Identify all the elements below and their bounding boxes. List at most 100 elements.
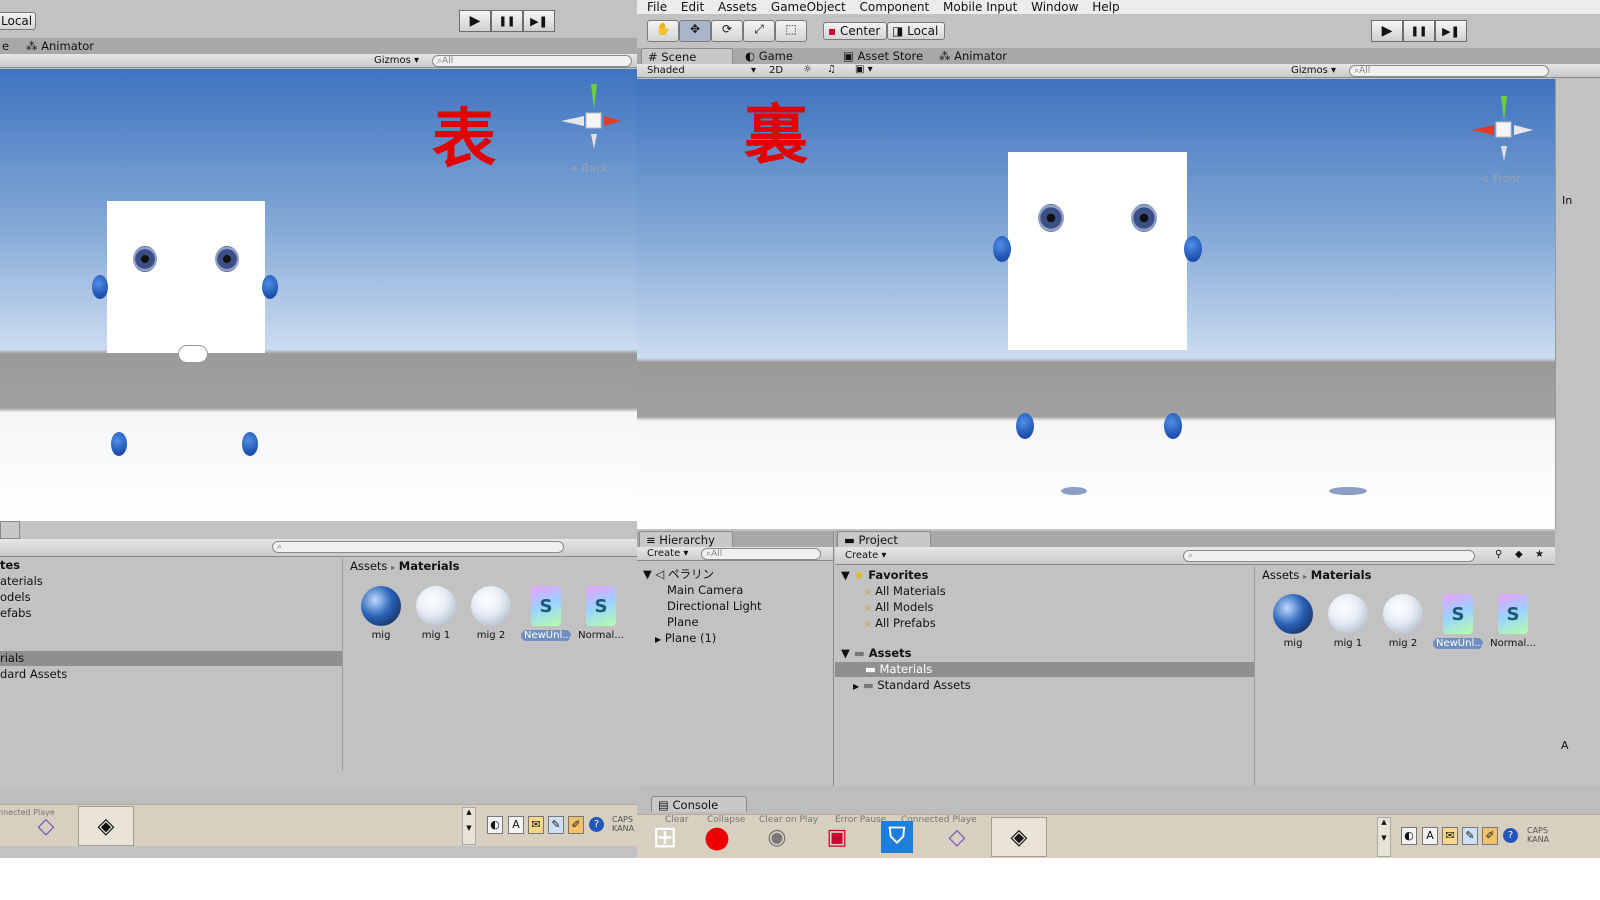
menu-assets[interactable]: Assets: [718, 0, 757, 14]
filter-type-icon[interactable]: ⚲: [1495, 549, 1502, 560]
left-project-tab-partial[interactable]: [0, 521, 20, 539]
windows-start-button[interactable]: ⊞: [637, 817, 693, 857]
tree-favorites-partial[interactable]: tes: [0, 558, 342, 573]
scale-tool-button[interactable]: ⤢: [743, 20, 775, 42]
play-button[interactable]: ▶: [459, 10, 491, 32]
gizmo-y-axis[interactable]: [591, 84, 597, 109]
tab-scene[interactable]: # Scene: [641, 48, 733, 64]
rect-tool-button[interactable]: ⬚: [775, 20, 807, 42]
favorite-item[interactable]: ⌕ All Models: [835, 600, 1254, 615]
breadcrumb-materials[interactable]: Materials: [1311, 568, 1372, 582]
unity-taskbar-button[interactable]: ◈: [78, 806, 134, 846]
maps-taskbar-button[interactable]: ⛉: [869, 817, 925, 857]
ime-icon[interactable]: ◐: [1401, 827, 1417, 845]
shading-mode-dropdown[interactable]: Shaded: [647, 65, 685, 76]
rotate-tool-button[interactable]: ⟳: [711, 20, 743, 42]
project-search-input[interactable]: ⌕: [1183, 550, 1475, 562]
asset-item[interactable]: mig 2: [466, 586, 516, 641]
hierarchy-search-input[interactable]: ⌕All: [701, 548, 821, 560]
asset-item[interactable]: mig: [1268, 594, 1318, 649]
menu-edit[interactable]: Edit: [681, 0, 704, 14]
asset-item[interactable]: S Normal...: [576, 586, 626, 641]
step-button[interactable]: ▶❚: [523, 10, 555, 32]
menu-component[interactable]: Component: [860, 0, 930, 14]
tab-console[interactable]: ▤ Console: [651, 796, 747, 812]
asset-item[interactable]: mig 1: [411, 586, 461, 641]
asset-item[interactable]: mig 2: [1378, 594, 1428, 649]
pause-button[interactable]: ❚❚: [1403, 20, 1435, 42]
tab-asset-store[interactable]: ▣ Asset Store: [837, 48, 929, 64]
collapse-arrow-icon[interactable]: ▶: [853, 682, 859, 691]
dictionary-icon[interactable]: ✉: [1442, 827, 1458, 845]
dictionary-icon[interactable]: ✉: [528, 816, 544, 834]
tab-hierarchy[interactable]: ≡ Hierarchy: [639, 531, 733, 547]
asset-item-selected[interactable]: S NewUnl...: [521, 586, 571, 641]
tab-scene-partial[interactable]: e: [0, 38, 15, 54]
menu-mobile-input[interactable]: Mobile Input: [943, 0, 1017, 14]
gizmos-dropdown[interactable]: Gizmos ▾: [374, 55, 419, 66]
hierarchy-item[interactable]: ▶ Plane (1): [637, 631, 833, 646]
gizmo-center[interactable]: [1495, 121, 1512, 138]
pivot-center-button[interactable]: ▪ Center: [823, 22, 887, 40]
tab-animator[interactable]: ⁂ Animator: [933, 48, 1013, 64]
visual-studio-taskbar-button[interactable]: ◇: [929, 817, 985, 857]
folder-materials[interactable]: ▬ Materials: [835, 662, 1254, 677]
favorite-item[interactable]: ⌕ All Materials: [835, 584, 1254, 599]
help-icon[interactable]: ?: [1503, 828, 1518, 843]
assets-header[interactable]: ▼ ▬ Assets: [835, 646, 1254, 661]
asset-item[interactable]: mig: [356, 586, 406, 641]
right-scene-viewport[interactable]: 裏 ⋖ Front: [637, 79, 1555, 529]
tree-item[interactable]: aterials: [0, 574, 342, 589]
tool-icon[interactable]: ✐: [568, 816, 584, 834]
gizmos-dropdown[interactable]: Gizmos ▾: [1291, 65, 1336, 76]
gizmo-neg-x-axis[interactable]: [1514, 125, 1533, 135]
tree-item[interactable]: dard Assets: [0, 667, 342, 682]
gizmo-neg-y-axis[interactable]: [591, 134, 597, 149]
tab-game[interactable]: ◐ Game: [739, 48, 799, 64]
input-mode-icon[interactable]: A: [1422, 827, 1438, 845]
tab-project[interactable]: ▬ Project: [837, 531, 931, 547]
hierarchy-create-dropdown[interactable]: Create ▾: [647, 548, 688, 559]
tool-icon[interactable]: ✐: [1482, 827, 1498, 845]
move-tool-button[interactable]: ✥: [679, 20, 711, 42]
step-button[interactable]: ▶❚: [1435, 20, 1467, 42]
asset-item[interactable]: S Normal...: [1488, 594, 1538, 649]
pivot-rotation-local-button[interactable]: Local: [0, 12, 36, 30]
taskbar-scroll[interactable]: ▲ ▼: [462, 807, 476, 845]
expand-arrow-icon[interactable]: ▼: [643, 567, 652, 581]
project-create-dropdown[interactable]: Create ▾: [845, 550, 886, 561]
orientation-gizmo[interactable]: [559, 79, 629, 169]
pause-button[interactable]: ❚❚: [491, 10, 523, 32]
menu-window[interactable]: Window: [1031, 0, 1078, 14]
toggle-2d-button[interactable]: 2D: [769, 65, 783, 76]
filter-label-icon[interactable]: ◆: [1515, 549, 1523, 560]
project-search-input[interactable]: ⌕: [272, 541, 564, 553]
unity-taskbar-button[interactable]: ◈: [991, 817, 1047, 857]
favorite-item[interactable]: ⌕ All Prefabs: [835, 616, 1254, 631]
play-button[interactable]: ▶: [1371, 20, 1403, 42]
recorder-taskbar-button[interactable]: ●: [689, 817, 745, 857]
menu-help[interactable]: Help: [1092, 0, 1119, 14]
input-mode-icon[interactable]: A: [508, 816, 524, 834]
favorite-star-icon[interactable]: ★: [1535, 549, 1544, 560]
collapse-arrow-icon[interactable]: ▶: [655, 635, 661, 644]
shading-dropdown-arrow-icon[interactable]: ▾: [751, 65, 756, 76]
hierarchy-item[interactable]: Main Camera: [637, 583, 833, 598]
folder-standard-assets[interactable]: ▶ ▬ Standard Assets: [835, 678, 1254, 693]
game-taskbar-button[interactable]: ▣: [809, 817, 865, 857]
inspector-tab-partial[interactable]: In: [1562, 194, 1572, 207]
hierarchy-scene-row[interactable]: ▼ ◁ ペラリン: [637, 567, 833, 582]
gizmo-x-axis[interactable]: [1471, 125, 1494, 135]
ime-icon[interactable]: ◐: [487, 816, 503, 834]
visual-studio-taskbar-button[interactable]: ◇: [18, 806, 74, 846]
lighting-toggle-icon[interactable]: ☼: [803, 64, 812, 75]
breadcrumb-assets[interactable]: Assets: [1262, 568, 1299, 582]
left-scene-viewport[interactable]: 表 ⋖ Back: [0, 69, 637, 521]
breadcrumb-assets[interactable]: Assets: [350, 559, 387, 573]
taskbar-scroll[interactable]: ▲ ▼: [1377, 817, 1391, 857]
asset-item[interactable]: mig 1: [1323, 594, 1373, 649]
hierarchy-item[interactable]: Directional Light: [637, 599, 833, 614]
tree-item-materials[interactable]: rials: [0, 651, 342, 666]
hierarchy-item[interactable]: Plane: [637, 615, 833, 630]
tree-item[interactable]: efabs: [0, 606, 342, 621]
